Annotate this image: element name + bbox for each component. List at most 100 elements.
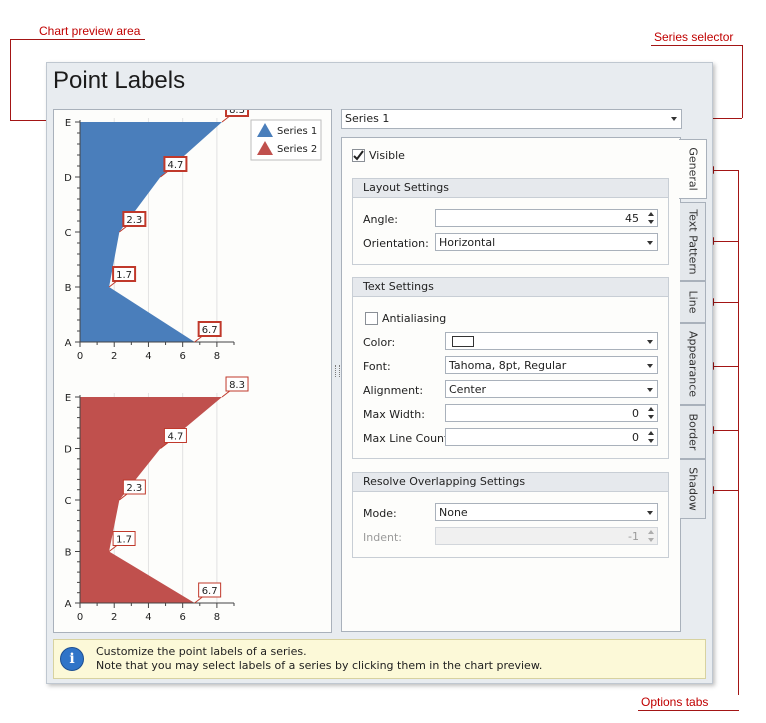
layout-settings-header: Layout Settings [353,179,668,198]
visible-checkbox[interactable]: Visible [352,149,432,163]
callout-chart-preview-area: Chart preview area [39,24,141,38]
chevron-down-icon[interactable] [671,117,677,121]
color-picker[interactable] [445,332,658,350]
resolve-overlapping-header: Resolve Overlapping Settings [353,473,668,492]
tab-line[interactable]: Line [680,281,706,323]
series-selector[interactable]: Series 1 [341,109,682,129]
point-label-text: 2.3 [126,215,142,226]
x-tick-label: 4 [145,612,151,623]
checkbox-box[interactable] [352,149,365,162]
x-tick-label: 0 [77,351,83,362]
indent-label: Indent: [363,531,402,544]
x-tick-label: 2 [111,351,117,362]
tab-pointer-appearance [714,366,738,367]
checkmark-icon [353,150,364,161]
tab-shadow[interactable]: Shadow [680,459,706,519]
point-label[interactable]: 4.7 [163,156,188,172]
splitter-handle[interactable] [335,365,340,377]
point-label-text: 1.7 [116,270,132,281]
y-tick-label: E [65,393,71,404]
alignment-value: Center [449,383,487,396]
antialiasing-checkbox[interactable]: Antialiasing [365,312,465,326]
mode-dropdown[interactable]: None [435,503,658,521]
series-area [80,397,223,603]
point-label[interactable]: 6.7 [198,582,222,598]
orientation-value: Horizontal [439,236,496,249]
chevron-down-icon[interactable] [647,364,653,368]
point-label-text: 4.7 [167,160,183,171]
mode-value: None [439,506,468,519]
indent-value: -1 [628,530,639,543]
font-label: Font: [363,360,391,373]
point-label-text: 6.7 [202,325,218,336]
alignment-dropdown[interactable]: Center [445,380,658,398]
tab-label: General [686,147,699,191]
x-tick-label: 8 [214,351,220,362]
tab-border[interactable]: Border [680,405,706,459]
point-label[interactable]: 8.3 [225,101,250,117]
chevron-down-icon[interactable] [647,340,653,344]
point-label-text: 8.3 [229,110,245,116]
max-line-count-spinner[interactable]: 0 [445,428,658,446]
info-line-1: Customize the point labels of a series. [96,645,307,658]
tab-pointer-line [714,302,738,303]
max-width-spinner[interactable]: 0 [445,404,658,422]
tab-label: Border [686,413,699,451]
spin-buttons[interactable] [647,212,655,224]
point-labels-dialog: Point Labels A B C D E 0 2 4 6 8 6.7 1.7 2.3 4.7 8.3 Se… [46,62,713,684]
max-width-label: Max Width: [363,408,425,421]
tab-text-pattern[interactable]: Text Pattern [680,202,706,281]
point-label[interactable]: 1.7 [112,266,137,282]
info-panel: i Customize the point labels of a series… [53,639,706,679]
max-line-count-value: 0 [632,431,639,444]
point-label[interactable]: 4.7 [163,428,187,443]
point-label[interactable]: 8.3 [225,376,249,392]
y-tick-label: C [65,496,72,507]
x-tick-label: 6 [179,612,185,623]
tab-pointer-general [714,170,738,171]
point-label-text: 4.7 [167,432,183,443]
angle-value: 45 [625,212,639,225]
chart-preview-area[interactable]: A B C D E 0 2 4 6 8 6.7 1.7 2.3 4.7 8.3 Series 1 Series … [53,101,332,633]
text-settings-group: Text Settings Antialiasing Color: Font: … [352,277,669,459]
antialiasing-label: Antialiasing [382,312,447,325]
y-tick-label: C [65,228,72,239]
angle-spinner[interactable]: 45 [435,209,658,227]
indent-spinner: -1 [435,527,658,545]
chevron-down-icon[interactable] [647,241,653,245]
y-tick-label: A [65,338,72,349]
tab-general[interactable]: General [679,139,707,199]
chevron-down-icon[interactable] [647,511,653,515]
spin-buttons[interactable] [647,431,655,443]
chart-preview-canvas[interactable]: A B C D E 0 2 4 6 8 6.7 1.7 2.3 4.7 8.3 Series 1 Series … [54,101,331,632]
max-width-value: 0 [632,407,639,420]
tab-label: Line [686,290,699,314]
spin-buttons[interactable] [647,407,655,419]
tab-label: Text Pattern [686,208,699,275]
callout-leader-line [742,45,743,118]
y-tick-label: D [64,173,72,184]
checkbox-box[interactable] [365,312,378,325]
tab-pointer-shadow [714,490,738,491]
font-dropdown[interactable]: Tahoma, 8pt, Regular [445,356,658,374]
font-value: Tahoma, 8pt, Regular [449,359,567,372]
orientation-dropdown[interactable]: Horizontal [435,233,658,251]
series-area [80,122,223,342]
tab-page-general: Visible Layout Settings Angle: 45 Orient… [341,137,681,632]
info-text: Customize the point labels of a series. … [96,645,542,673]
point-label-text: 8.3 [229,380,245,391]
legend-label: Series 1 [277,126,317,137]
point-label[interactable]: 2.3 [122,479,146,495]
y-tick-label: E [65,118,71,129]
tab-pointer-text-pattern [714,241,738,242]
point-label-text: 1.7 [116,535,132,546]
chevron-down-icon[interactable] [647,388,653,392]
color-swatch [452,336,474,347]
resolve-overlapping-group: Resolve Overlapping Settings Mode: None … [352,472,669,558]
point-label[interactable]: 2.3 [122,211,147,227]
orientation-label: Orientation: [363,237,429,250]
point-label[interactable]: 6.7 [197,321,222,337]
tab-appearance[interactable]: Appearance [680,323,706,405]
x-tick-label: 6 [179,351,185,362]
point-label[interactable]: 1.7 [112,531,136,546]
